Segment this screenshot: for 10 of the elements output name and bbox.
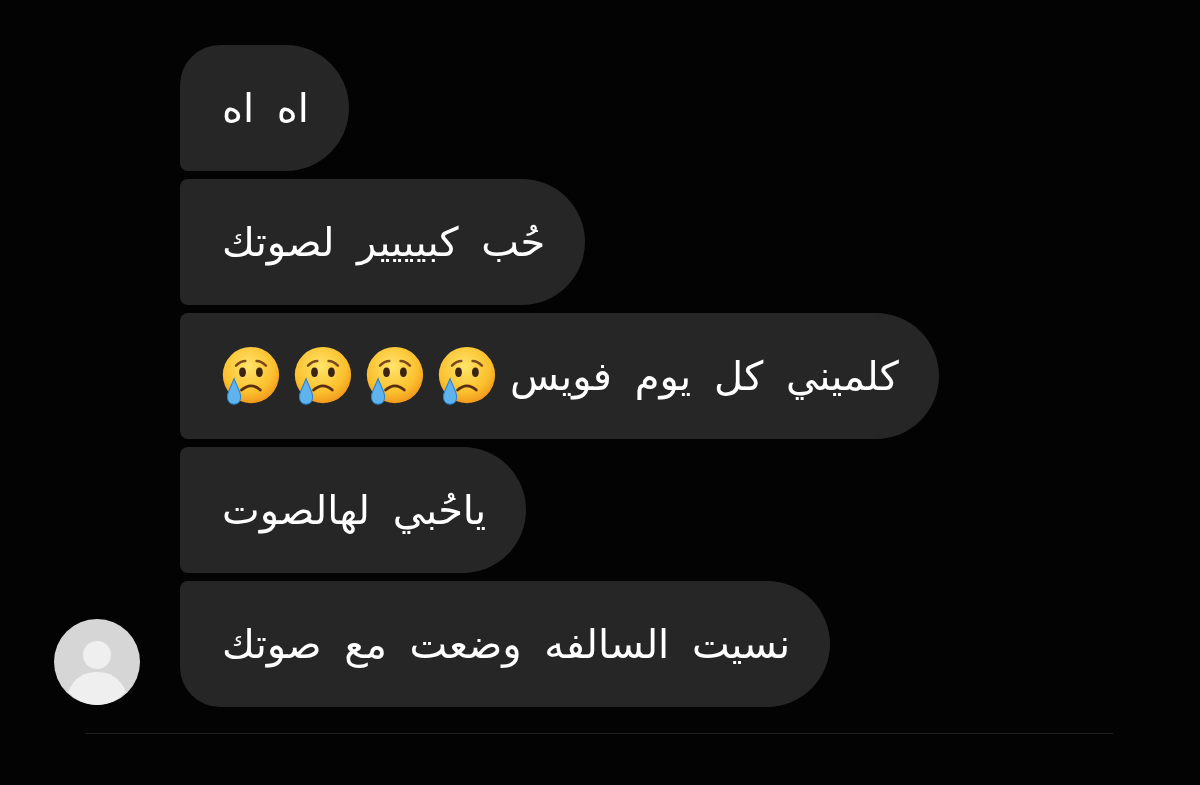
message-text: حُب كبيييير لصوتك: [222, 218, 546, 268]
crying-face-icon: [364, 345, 424, 407]
crying-face-icon: [436, 345, 496, 407]
message-text: اه اه: [222, 84, 309, 133]
message-text: كلميني كل يوم فويس: [510, 352, 899, 402]
crying-face-icon: [292, 345, 352, 407]
avatar-icon: [54, 619, 140, 705]
message-text: نسيت السالفه وضعت مع صوتك: [222, 620, 791, 670]
message-text: ياحُبي لهالصوت: [222, 486, 487, 536]
crying-face-icon: [220, 345, 280, 407]
